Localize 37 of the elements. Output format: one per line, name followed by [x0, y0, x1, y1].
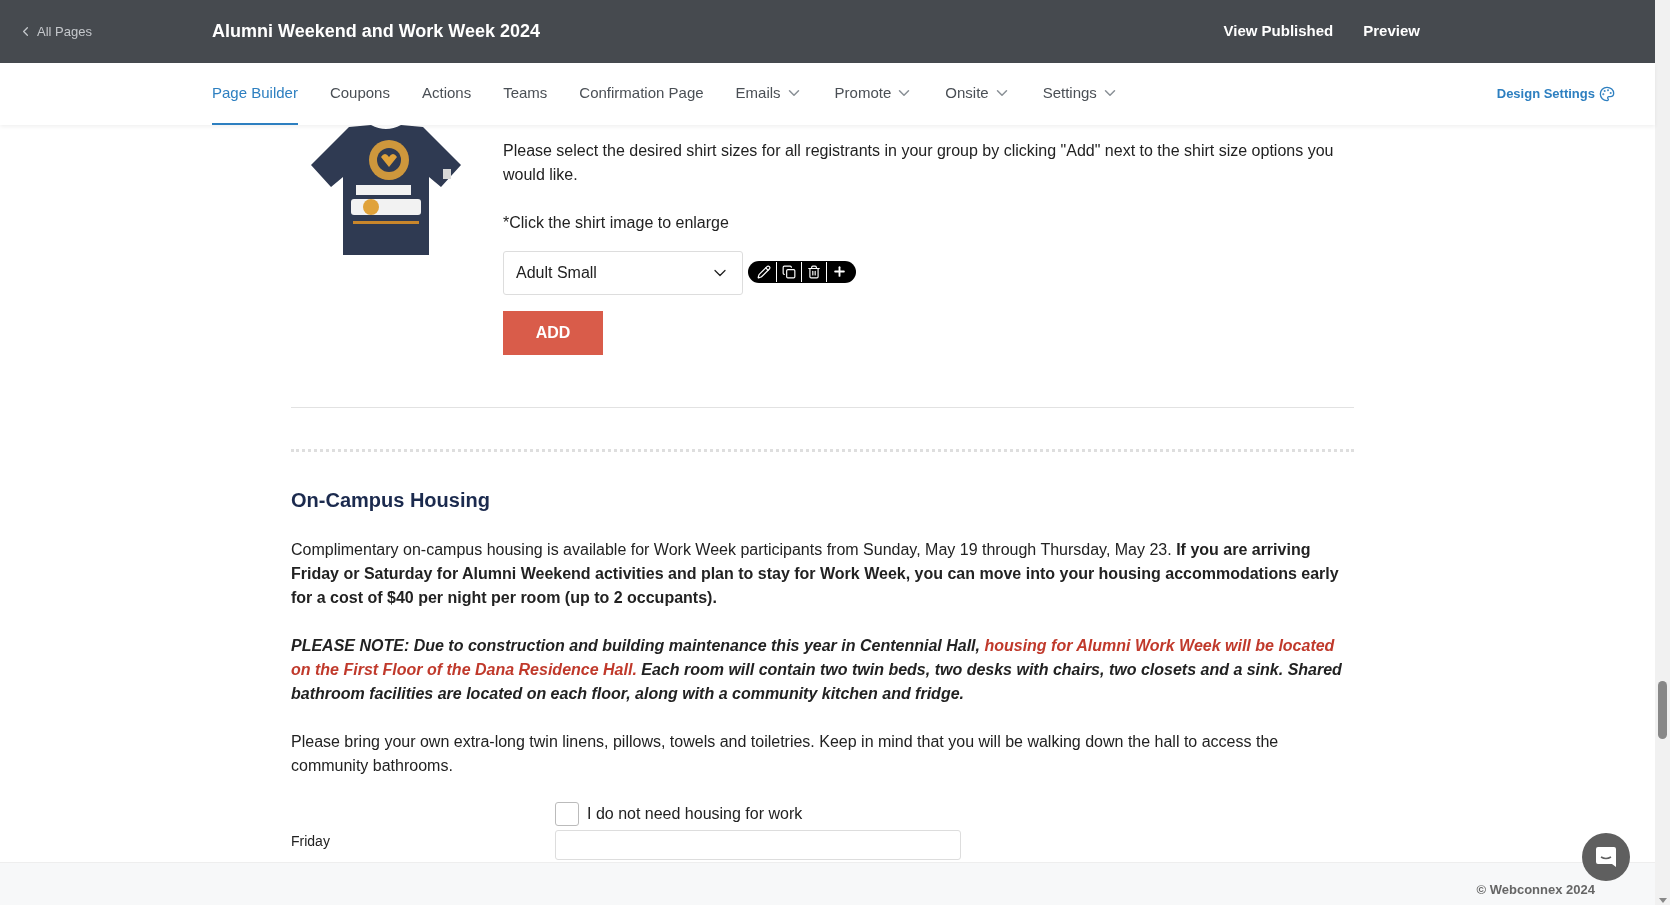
nav-tab[interactable]: Confirmation Page: [579, 63, 704, 125]
copyright: © Webconnex 2024: [1476, 880, 1595, 899]
header-link[interactable]: View Published: [1223, 20, 1334, 43]
nav-tab[interactable]: Emails: [735, 63, 803, 125]
nav-tab[interactable]: Promote: [834, 63, 914, 125]
chat-button[interactable]: [1582, 833, 1630, 881]
design-settings-link[interactable]: Design Settings: [1496, 63, 1615, 125]
add-icon[interactable]: [832, 264, 847, 279]
shirt-hint: *Click the shirt image to enlarge: [503, 213, 730, 233]
nav-tab[interactable]: Teams: [503, 63, 548, 125]
housing-linens: Please bring your own extra-long twin linens, pillows, towels and toiletries. Keep in mind that you will be walking down the hall to access the community bathrooms.: [291, 732, 1280, 776]
nav-tab[interactable]: Actions: [421, 63, 472, 125]
nav-tab[interactable]: Page Builder: [212, 63, 298, 125]
palette-icon: [1599, 86, 1615, 102]
add-button[interactable]: ADD: [503, 311, 603, 355]
field-label: Friday: [291, 832, 331, 850]
nav-tab[interactable]: Settings: [1042, 63, 1119, 125]
checkbox[interactable]: [555, 802, 579, 826]
select-field[interactable]: [555, 830, 961, 860]
nav-tab[interactable]: Onsite: [945, 63, 1011, 125]
edit-icon[interactable]: [757, 264, 771, 279]
checkbox-label: I do not need housing for work: [587, 804, 803, 824]
section-heading: On-Campus Housing: [291, 488, 491, 512]
scrollbar[interactable]: [1655, 0, 1670, 905]
nav-tab[interactable]: Coupons: [329, 63, 390, 125]
delete-icon[interactable]: [807, 264, 821, 279]
back-link[interactable]: All Pages: [0, 21, 212, 42]
size-select[interactable]: Adult Small: [503, 251, 743, 295]
chat-icon: [1595, 846, 1617, 868]
housing-note: PLEASE NOTE: Due to construction and building maintenance this year in Centennial Hall, housing for Alumni Work Week will be located on the First Floor of the Dana Residence Hall. Each room will contain two twin beds, two desks with chairs, two closets and a sink. Shared bathroom facilities are located on each floor, along with a community kitchen and fridge.: [291, 636, 1343, 704]
copy-icon[interactable]: [782, 264, 796, 279]
scroll-down-icon[interactable]: [1658, 898, 1667, 903]
shirt-description: Please select the desired shirt sizes for all registrants in your group by clicking "Add" next to the shirt size options you would like.: [503, 141, 1335, 185]
header-link[interactable]: Preview: [1363, 20, 1420, 43]
scrollbar-thumb[interactable]: [1658, 681, 1667, 739]
page-title: Alumni Weekend and Work Week 2024: [212, 20, 542, 43]
housing-intro: Complimentary on-campus housing is available for Work Week participants from Sunday, May 19 through Thursday, May 23. If you are arriving Friday or Saturday for Alumni Weekend activities and plan to stay for Work Week, you can move into your housing accommodations early for a cost of $40 per night per room (up to 2 occupants).: [291, 540, 1340, 608]
